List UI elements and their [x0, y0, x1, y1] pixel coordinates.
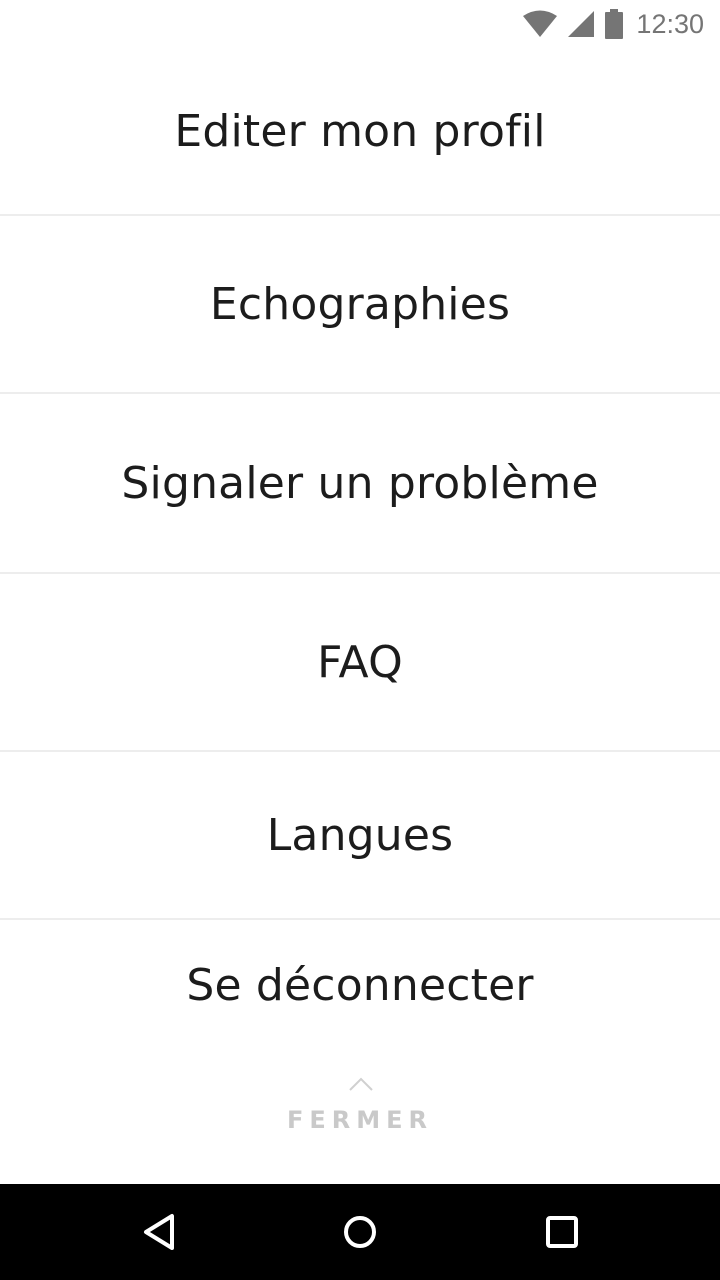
status-time: 12:30 [636, 8, 704, 39]
status-bar: 12:30 [0, 0, 720, 48]
menu-item-languages[interactable]: Langues [0, 752, 720, 918]
menu-item-echographies[interactable]: Echographies [0, 216, 720, 392]
home-button[interactable] [336, 1208, 384, 1256]
battery-icon [604, 9, 624, 39]
recents-icon [538, 1208, 586, 1256]
back-button[interactable] [136, 1208, 184, 1256]
menu-screen: 12:30 Editer mon profil Echographies Sig… [0, 0, 720, 1280]
recents-button[interactable] [538, 1208, 586, 1256]
navigation-bar [0, 1184, 720, 1280]
home-icon [336, 1208, 384, 1256]
close-button[interactable]: FERMER [0, 1068, 720, 1144]
menu-item-report-problem[interactable]: Signaler un problème [0, 394, 720, 572]
wifi-icon [522, 10, 558, 38]
status-icons: 12:30 [522, 8, 704, 40]
menu-item-edit-profile[interactable]: Editer mon profil [0, 48, 720, 214]
menu-item-faq[interactable]: FAQ [0, 574, 720, 750]
close-label: FERMER [286, 1106, 434, 1134]
chevron-up-icon [348, 1076, 374, 1097]
cell-signal-icon [566, 10, 596, 38]
menu-item-logout[interactable]: Se déconnecter [0, 920, 720, 1050]
back-icon [136, 1208, 184, 1256]
